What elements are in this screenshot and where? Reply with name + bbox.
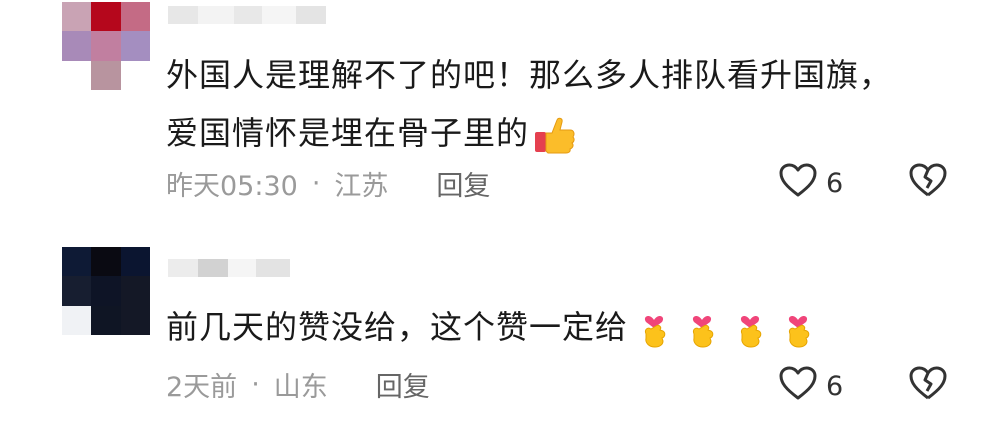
avatar-pixel <box>62 305 92 335</box>
broken-heart-icon[interactable] <box>908 366 948 407</box>
avatar[interactable] <box>62 2 150 90</box>
username-blur-block <box>168 6 198 24</box>
comment-location: 山东 <box>273 372 328 403</box>
comment-time: 昨天05:30 <box>166 171 298 202</box>
heart-outline-icon[interactable] <box>778 162 818 205</box>
username[interactable] <box>168 255 290 281</box>
avatar-pixel <box>120 31 150 61</box>
avatar-pixel <box>62 60 92 90</box>
like-count: 6 <box>826 168 844 199</box>
avatar-pixel <box>62 2 92 32</box>
avatar-pixel <box>91 247 121 277</box>
avatar-pixel <box>91 276 121 306</box>
finger-heart-icon <box>632 307 676 351</box>
comment-location: 江苏 <box>334 171 389 202</box>
comment-text-line: 外国人是理解不了的吧！那么多人排队看升国旗， <box>166 56 893 94</box>
username-blur-block <box>256 259 290 277</box>
comment-meta: 2天前 · 山东 回复 <box>166 365 430 404</box>
avatar-pixel <box>62 31 92 61</box>
avatar[interactable] <box>62 247 150 335</box>
username-blur-block <box>228 259 256 277</box>
avatar-pixel <box>120 2 150 32</box>
comment-item: 外国人是理解不了的吧！那么多人排队看升国旗， 爱国情怀是埋在骨子里的 昨天05:… <box>0 0 1004 215</box>
username-blur-block <box>198 6 234 24</box>
comment-text: 外国人是理解不了的吧！那么多人排队看升国旗， 爱国情怀是埋在骨子里的 <box>166 46 892 162</box>
separator: · <box>251 369 260 400</box>
comment-text-line: 爱国情怀是埋在骨子里的 <box>166 104 892 162</box>
dislike-button[interactable] <box>908 160 948 204</box>
comment-meta: 昨天05:30 · 江苏 回复 <box>166 164 490 203</box>
avatar-pixel <box>62 247 92 277</box>
like-button[interactable]: 6 <box>778 162 843 205</box>
username-blur-block <box>234 6 262 24</box>
finger-heart-icon <box>728 307 772 351</box>
thumbs-up-icon <box>533 113 577 157</box>
avatar-pixel <box>91 305 121 335</box>
dislike-button[interactable] <box>908 363 948 407</box>
avatar-pixel <box>91 60 121 90</box>
broken-heart-icon[interactable] <box>908 163 948 204</box>
username[interactable] <box>168 2 326 28</box>
comment-text-line: 前几天的赞没给，这个赞一定给 <box>166 298 820 356</box>
comment-text: 前几天的赞没给，这个赞一定给 <box>166 298 820 356</box>
finger-heart-icon <box>776 307 820 351</box>
avatar-pixel <box>62 276 92 306</box>
avatar-pixel <box>120 247 150 277</box>
username-blur-block <box>262 6 296 24</box>
comment-item: 前几天的赞没给，这个赞一定给 2天前 · 山东 回复 6 <box>0 215 1004 423</box>
like-count: 6 <box>826 371 844 402</box>
reply-button[interactable]: 回复 <box>436 164 490 203</box>
comment-text-segment: 爱国情怀是埋在骨子里的 <box>166 114 530 152</box>
username-blur-block <box>168 259 198 277</box>
like-button[interactable]: 6 <box>778 365 843 408</box>
comment-text-segment: 前几天的赞没给，这个赞一定给 <box>166 308 629 346</box>
finger-heart-icon <box>680 307 724 351</box>
avatar-pixel <box>120 60 150 90</box>
heart-outline-icon[interactable] <box>778 365 818 408</box>
avatar-pixel <box>120 305 150 335</box>
username-blur-block <box>198 259 228 277</box>
username-blur-block <box>296 6 326 24</box>
comment-time: 2天前 <box>166 372 238 403</box>
separator: · <box>311 168 321 199</box>
reply-button[interactable]: 回复 <box>376 365 430 404</box>
avatar-pixel <box>91 31 121 61</box>
avatar-pixel <box>120 276 150 306</box>
avatar-pixel <box>91 2 121 32</box>
